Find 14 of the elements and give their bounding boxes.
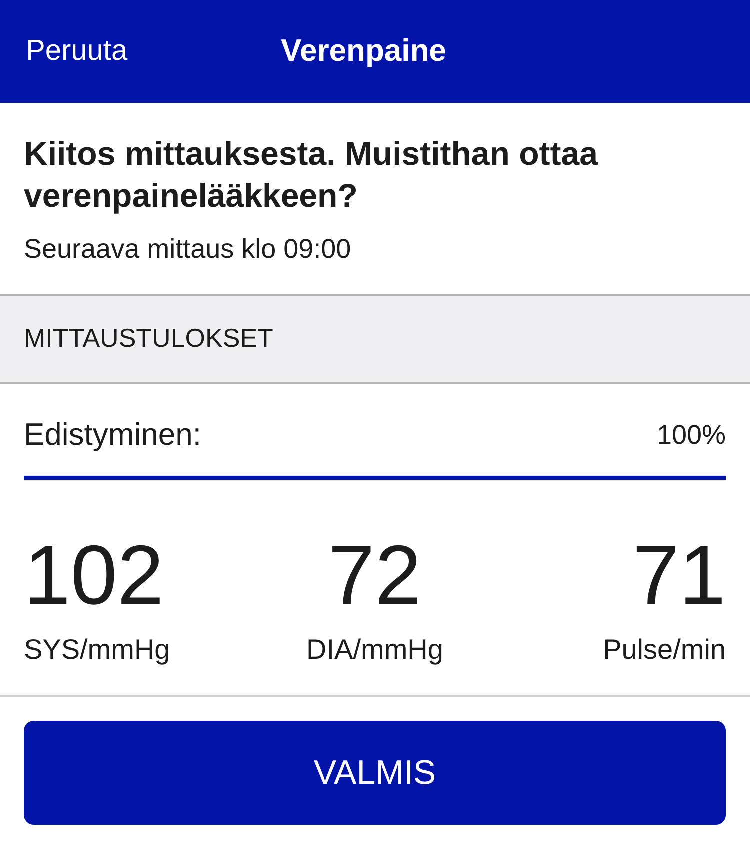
progress-reading: 100% [656,418,726,452]
progress-label: Edistyminen: [24,416,202,454]
reading-unit: Pulse/min [603,633,726,667]
nav-title: Verenpaine [281,32,446,70]
reading-unit: DIA/mmHg [306,633,444,667]
thank-you-heading: Kiitos mittauksesta. Muistithan ottaa verenpainelääkkeen? [24,134,600,216]
reading-value: 71 [632,527,726,624]
cancel-button[interactable]: Peruuta [26,30,281,74]
done-button[interactable]: VALMIS [24,721,726,825]
section-title: MITTAUSTULOKSET [24,322,274,355]
reading-value: 102 [24,527,164,624]
reading-unit: SYS/mmHg [24,633,170,667]
reading-value: 72 [328,527,422,624]
next-measurement-text: Seuraava mittaus klo 09:00 [24,233,352,266]
